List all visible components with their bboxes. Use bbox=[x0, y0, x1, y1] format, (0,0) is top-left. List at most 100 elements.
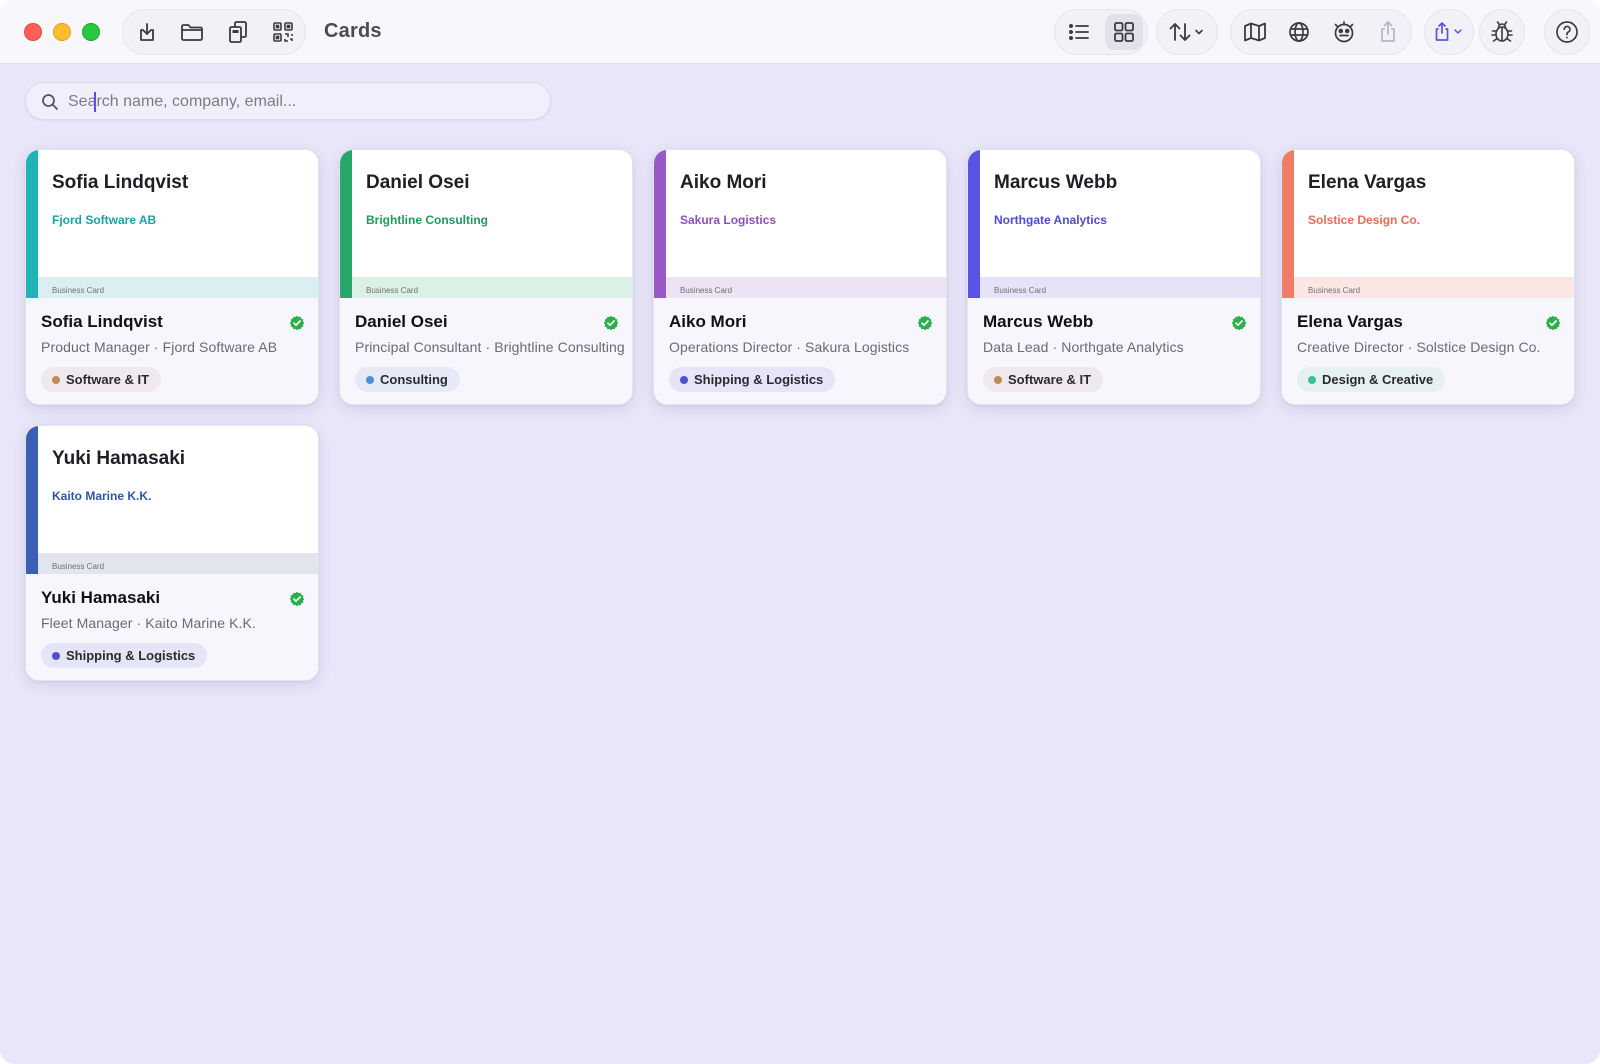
grid-view-button[interactable] bbox=[1105, 14, 1143, 50]
contact-name: Marcus Webb bbox=[983, 312, 1094, 331]
card-front-name: Aiko Mori bbox=[680, 172, 767, 193]
stats-button[interactable] bbox=[1322, 10, 1366, 54]
card-front-name: Sofia Lindqvist bbox=[52, 172, 189, 193]
verified-check-icon bbox=[1231, 315, 1247, 336]
contact-name: Sofia Lindqvist bbox=[41, 312, 163, 331]
export-button[interactable] bbox=[1428, 10, 1472, 54]
tag-dot bbox=[994, 376, 1002, 384]
verified-check-icon bbox=[603, 315, 619, 336]
tag-label: Software & IT bbox=[66, 372, 150, 387]
card-front-preview: Sofia Lindqvist Fjord Software AB Busine… bbox=[26, 150, 318, 298]
debug-icon-button[interactable] bbox=[1480, 10, 1524, 54]
card-type-label: Business Card bbox=[52, 286, 105, 295]
qr-code-icon bbox=[272, 21, 294, 43]
help-icon-button[interactable] bbox=[1545, 10, 1589, 54]
list-view-button[interactable] bbox=[1057, 10, 1101, 54]
contact-card[interactable]: Aiko Mori Sakura Logistics Business Card… bbox=[653, 149, 947, 405]
help-icon bbox=[1555, 20, 1579, 44]
qr-code-button[interactable] bbox=[261, 10, 305, 54]
stats-face-icon bbox=[1332, 21, 1356, 43]
card-type-label: Business Card bbox=[52, 562, 105, 571]
card-front-name: Marcus Webb bbox=[994, 172, 1118, 193]
contact-role: Data Lead · Northgate Analytics bbox=[983, 339, 1184, 355]
tag-label: Software & IT bbox=[1008, 372, 1092, 387]
search-input[interactable] bbox=[68, 89, 538, 115]
globe-icon bbox=[1288, 21, 1310, 43]
contact-card[interactable]: Sofia Lindqvist Fjord Software AB Busine… bbox=[25, 149, 319, 405]
globe-button[interactable] bbox=[1277, 10, 1321, 54]
industry-tag[interactable]: Shipping & Logistics bbox=[669, 367, 836, 392]
card-accent-stripe bbox=[654, 150, 666, 298]
text-cursor bbox=[94, 92, 96, 112]
card-type-label: Business Card bbox=[994, 286, 1047, 295]
card-front-name: Elena Vargas bbox=[1308, 172, 1427, 193]
sort-menu-button[interactable] bbox=[1156, 9, 1218, 55]
card-front-company: Kaito Marine K.K. bbox=[52, 489, 152, 503]
card-front-company: Northgate Analytics bbox=[994, 213, 1107, 227]
app-window: Cards Search name, company, email... Sof… bbox=[0, 0, 1600, 1064]
industry-tag[interactable]: Shipping & Logistics bbox=[41, 643, 208, 668]
contact-card[interactable]: Elena Vargas Solstice Design Co. Busines… bbox=[1281, 149, 1575, 405]
verified-check-icon bbox=[289, 591, 305, 612]
card-type-label: Business Card bbox=[1308, 286, 1361, 295]
contact-card[interactable]: Marcus Webb Northgate Analytics Business… bbox=[967, 149, 1261, 405]
minimize-window-button[interactable] bbox=[53, 23, 71, 41]
industry-tag[interactable]: Software & IT bbox=[983, 367, 1104, 392]
share-icon bbox=[1378, 20, 1398, 44]
tag-dot bbox=[52, 376, 60, 384]
card-front-preview: Marcus Webb Northgate Analytics Business… bbox=[968, 150, 1260, 298]
card-front-company: Solstice Design Co. bbox=[1308, 213, 1421, 227]
contact-card[interactable]: Yuki Hamasaki Kaito Marine K.K. Business… bbox=[25, 425, 319, 681]
contact-role: Fleet Manager · Kaito Marine K.K. bbox=[41, 615, 256, 631]
debug-button[interactable] bbox=[1479, 9, 1525, 55]
card-front-company: Fjord Software AB bbox=[52, 213, 157, 227]
file-actions-group bbox=[122, 9, 306, 55]
card-accent-stripe bbox=[1282, 150, 1294, 298]
verified-check-icon bbox=[917, 315, 933, 336]
close-window-button[interactable] bbox=[24, 23, 42, 41]
verified-check-icon bbox=[1545, 315, 1561, 336]
contact-name: Aiko Mori bbox=[669, 312, 747, 331]
contact-role: Product Manager · Fjord Software AB bbox=[41, 339, 278, 355]
import-button[interactable] bbox=[125, 10, 169, 54]
search-icon bbox=[41, 93, 59, 116]
tag-label: Shipping & Logistics bbox=[694, 372, 824, 387]
card-front-preview: Daniel Osei Brightline Consulting Busine… bbox=[340, 150, 632, 298]
copy-cards-button[interactable] bbox=[216, 10, 260, 54]
tools-group bbox=[1230, 9, 1412, 55]
industry-tag[interactable]: Design & Creative bbox=[1297, 367, 1446, 392]
view-toggle-group bbox=[1054, 9, 1148, 55]
card-type-label: Business Card bbox=[366, 286, 419, 295]
industry-tag[interactable]: Software & IT bbox=[41, 367, 162, 392]
bug-icon bbox=[1490, 20, 1514, 44]
card-front-preview: Elena Vargas Solstice Design Co. Busines… bbox=[1282, 150, 1574, 298]
copy-cards-icon bbox=[227, 20, 249, 44]
contact-name: Yuki Hamasaki bbox=[41, 588, 161, 607]
tag-label: Shipping & Logistics bbox=[66, 648, 196, 663]
share-button[interactable] bbox=[1366, 10, 1410, 54]
help-button[interactable] bbox=[1544, 9, 1590, 55]
export-menu-button[interactable] bbox=[1424, 9, 1474, 55]
tag-label: Consulting bbox=[380, 372, 448, 387]
folder-icon bbox=[180, 21, 204, 43]
tag-dot bbox=[1308, 376, 1316, 384]
open-folder-button[interactable] bbox=[170, 10, 214, 54]
card-accent-stripe bbox=[26, 150, 38, 298]
map-icon bbox=[1243, 21, 1267, 43]
search-bar[interactable] bbox=[25, 82, 551, 120]
contact-role: Creative Director · Solstice Design Co. bbox=[1297, 339, 1541, 355]
map-button[interactable] bbox=[1233, 10, 1277, 54]
sort-button[interactable] bbox=[1161, 10, 1215, 54]
card-front-company: Brightline Consulting bbox=[366, 213, 488, 227]
toolbar: Cards bbox=[0, 0, 1600, 64]
card-front-company: Sakura Logistics bbox=[680, 213, 777, 227]
industry-tag[interactable]: Consulting bbox=[355, 367, 460, 392]
import-icon bbox=[136, 21, 158, 43]
zoom-window-button[interactable] bbox=[82, 23, 100, 41]
tag-dot bbox=[366, 376, 374, 384]
contact-card[interactable]: Daniel Osei Brightline Consulting Busine… bbox=[339, 149, 633, 405]
tag-dot bbox=[680, 376, 688, 384]
page-title: Cards bbox=[324, 20, 382, 42]
contact-name: Daniel Osei bbox=[355, 312, 448, 331]
export-menu-icon bbox=[1433, 21, 1467, 43]
